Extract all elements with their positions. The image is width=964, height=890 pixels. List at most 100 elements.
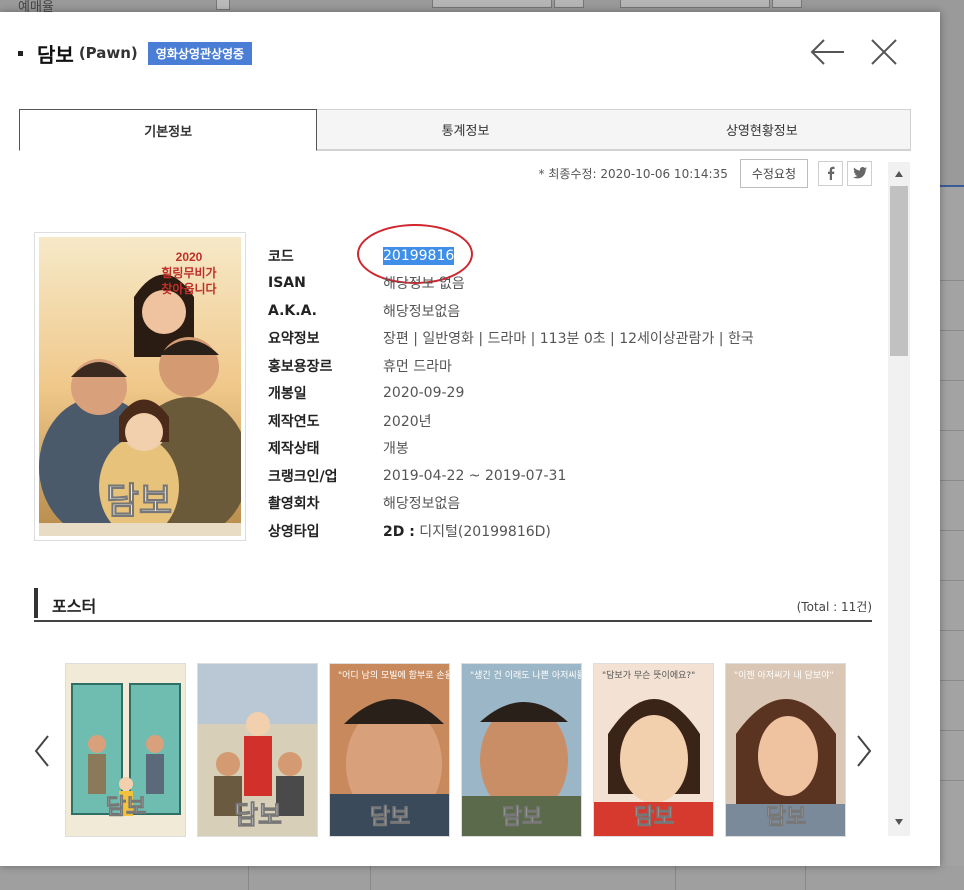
poster-thumbnail-image: "이젠 아저씨가 내 담보야" 담보 (726, 664, 845, 836)
chevron-right-icon (857, 735, 872, 767)
thumbnail-logo: 담보 (106, 795, 146, 820)
scroll-thumb[interactable] (890, 186, 908, 356)
info-key: 제작상태 (268, 441, 320, 458)
info-value: 2019-04-22 ~ 2019-07-31 (383, 467, 567, 484)
movie-code-highlighted[interactable]: 20199816 (383, 246, 455, 265)
poster-tagline-2: 찾아옵니다 (161, 281, 216, 296)
screen-type-format: 2D : (383, 523, 415, 540)
poster-thumbnail[interactable]: 담보 (65, 663, 186, 837)
gallery-prev-button[interactable] (33, 734, 51, 768)
info-value: 2020년 (383, 413, 432, 430)
info-value: 장편 | 일반영화 | 드라마 | 113분 0초 | 12세이상관람가 | 한… (383, 331, 754, 348)
info-value: 해당정보없음 (383, 496, 461, 513)
info-row-production-status: 제작상태 개봉 (268, 435, 828, 463)
info-value: 2D : 디지털(20199816D) (383, 521, 551, 541)
background-field (432, 0, 552, 8)
thumbnail-logo: 담보 (370, 805, 410, 830)
section-title: 포스터 (52, 597, 97, 616)
info-row-shooting: 촬영회차 해당정보없음 (268, 490, 828, 518)
section-bar (34, 588, 38, 618)
poster-tagline-1: 힐링무비가 (161, 265, 216, 280)
background-gridline (248, 866, 249, 890)
tab-basic-info[interactable]: 기본정보 (19, 109, 318, 151)
thumbnail-logo: 담보 (766, 805, 806, 830)
last-updated: * 최종수정: 2020-10-06 10:14:35 (538, 166, 728, 181)
gallery-next-button[interactable] (855, 734, 873, 768)
tab-statistics[interactable]: 통계정보 (317, 110, 614, 150)
thumbnail-quote: "어디 남의 모빌에 함부로 손을 대?" (338, 670, 450, 681)
background-gridline (370, 866, 371, 890)
info-row-isan: ISAN 해당정보 없음 (268, 270, 828, 298)
close-icon (871, 39, 897, 65)
info-key: 홍보용장르 (268, 358, 333, 375)
meta-row: * 최종수정: 2020-10-06 10:14:35 수정요청 (19, 158, 872, 188)
background-gridline (940, 330, 964, 331)
poster-thumbnail-image: 담보 (66, 664, 185, 836)
poster-image: 2020 힐링무비가 찾아옵니다 담보 (39, 237, 249, 537)
info-key: A.K.A. (268, 302, 317, 319)
poster-thumbnail[interactable]: "이젠 아저씨가 내 담보야" 담보 (725, 663, 846, 837)
poster-tagline-year: 2020 (176, 250, 203, 264)
thumbnail-logo: 담보 (634, 805, 674, 830)
scroll-down-button[interactable] (888, 818, 910, 832)
background-gridline (940, 380, 964, 381)
info-value: 2020-09-29 (383, 385, 465, 402)
background-gridline (940, 580, 964, 581)
content-area[interactable]: * 최종수정: 2020-10-06 10:14:35 수정요청 2020 힐링… (19, 158, 910, 838)
twitter-icon (852, 167, 867, 179)
main-poster[interactable]: 2020 힐링무비가 찾아옵니다 담보 (34, 232, 249, 541)
poster-thumbnail[interactable]: 담보 (197, 663, 318, 837)
facebook-icon (827, 166, 834, 180)
facebook-share-button[interactable] (818, 160, 843, 186)
background-gridline (940, 480, 964, 481)
poster-gallery: 담보 담보 "어디 남의 모빌에 함부로 손 담보 "생긴 건 이래도 나쁜 아… (65, 663, 857, 837)
thumbnail-logo: 담보 (234, 801, 282, 831)
poster-thumbnail[interactable]: "담보가 무슨 뜻이에요?" 담보 (593, 663, 714, 837)
background-gridline (940, 530, 964, 531)
movie-title-en: (Pawn) (78, 44, 138, 62)
info-value: 20199816 (383, 246, 455, 265)
twitter-share-button[interactable] (847, 160, 872, 186)
info-key: 제작연도 (268, 413, 320, 430)
scroll-up-button[interactable] (888, 170, 910, 184)
poster-total-count: (Total : 11건) (796, 600, 872, 614)
scrollbar[interactable] (888, 162, 910, 836)
poster-thumbnail-image: "어디 남의 모빌에 함부로 손을 대?" 담보 (330, 664, 450, 836)
background-gridline (940, 730, 964, 731)
background-gridline (940, 280, 964, 281)
info-key: 크랭크인/업 (268, 468, 338, 485)
tab-screening-status[interactable]: 상영현황정보 (613, 110, 910, 150)
close-button[interactable] (870, 38, 898, 66)
info-value: 개봉 (383, 441, 409, 458)
background-field (554, 0, 584, 8)
poster-thumbnail-image: "담보가 무슨 뜻이에요?" 담보 (594, 664, 713, 836)
poster-section-header: 포스터 (Total : 11건) (34, 584, 872, 622)
thumbnail-quote: "담보가 무슨 뜻이에요?" (602, 669, 695, 681)
edit-request-button[interactable]: 수정요청 (739, 158, 808, 188)
back-button[interactable] (810, 38, 846, 66)
info-row-aka: A.K.A. 해당정보없음 (268, 297, 828, 325)
info-row-crank: 크랭크인/업 2019-04-22 ~ 2019-07-31 (268, 462, 828, 490)
bullet-icon (18, 50, 23, 56)
background-panel (940, 185, 964, 890)
background-gridline (940, 680, 964, 681)
thumbnail-quote: "생긴 건 이래도 나쁜 아저씨들 아니거든?" (470, 670, 582, 681)
modal-header: 담보 (Pawn) 영화상영관상영중 (18, 38, 253, 68)
arrow-left-icon (810, 39, 844, 65)
info-row-summary: 요약정보 장편 | 일반영화 | 드라마 | 113분 0초 | 12세이상관람… (268, 325, 828, 353)
movie-info-table: 코드 20199816 ISAN 해당정보 없음 A.K.A. 해당정보없음 요… (268, 242, 828, 545)
background-checkbox (216, 0, 230, 10)
poster-logo: 담보 (106, 481, 172, 522)
info-key: 상영타입 (268, 523, 320, 540)
poster-thumbnail[interactable]: "생긴 건 이래도 나쁜 아저씨들 아니거든?" 담보 (461, 663, 582, 837)
background-gridline (940, 430, 964, 431)
tab-bar: 기본정보 통계정보 상영현황정보 (19, 109, 911, 151)
screen-type-detail: 디지털(20199816D) (414, 523, 551, 540)
thumbnail-quote: "이젠 아저씨가 내 담보야" (734, 669, 834, 681)
status-badge: 영화상영관상영중 (147, 41, 253, 65)
background-gridline (940, 780, 964, 781)
chevron-left-icon (34, 735, 49, 767)
info-key: 요약정보 (268, 331, 320, 348)
movie-detail-modal: 담보 (Pawn) 영화상영관상영중 기본정보 통계정보 상영현황정보 * 최종… (0, 12, 940, 866)
poster-thumbnail[interactable]: "어디 남의 모빌에 함부로 손을 대?" 담보 (329, 663, 450, 837)
